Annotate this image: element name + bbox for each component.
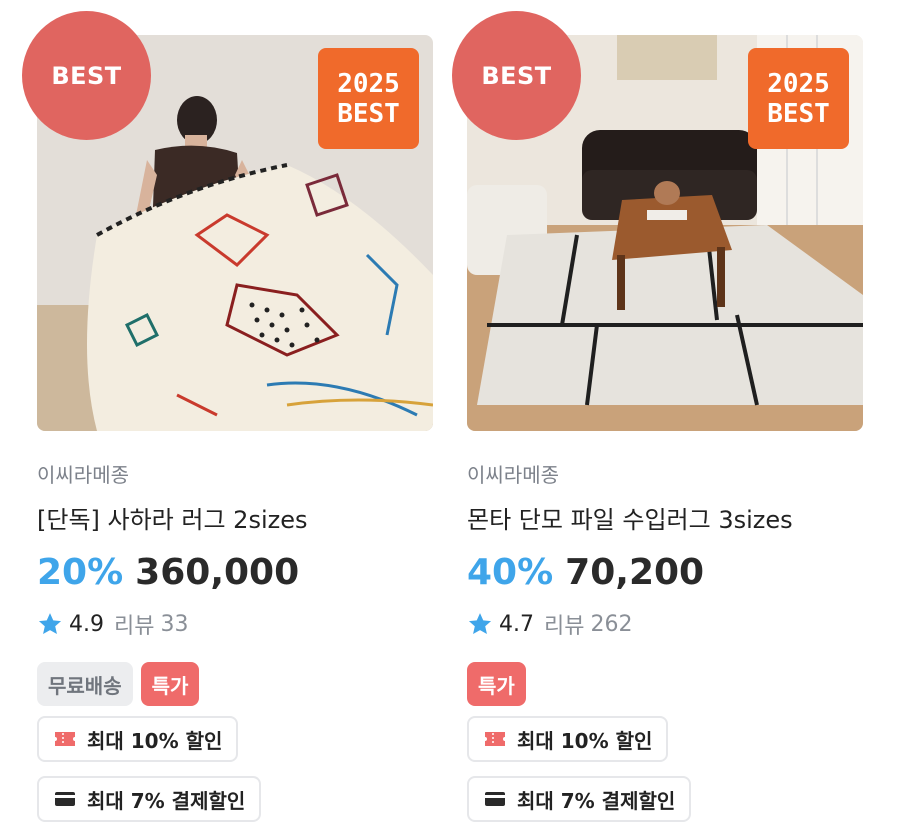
discount-rate: 40% [467, 552, 554, 593]
coupon-discount-button[interactable]: 최대 10% 할인 [467, 716, 669, 762]
year-badge-label: BEST [337, 98, 400, 129]
product-title[interactable]: 몬타 단모 파일 수입러그 3sizes [467, 500, 793, 535]
review-label: 리뷰 [114, 614, 155, 639]
rating-score: 4.9 [69, 611, 104, 637]
coupon-discount-button[interactable]: 최대 10% 할인 [37, 716, 239, 762]
price-row: 40% 70,200 [467, 552, 704, 593]
best-badge: BEST [452, 11, 581, 140]
free-shipping-tag: 무료배송 [37, 662, 133, 706]
discount-rate: 20% [37, 552, 124, 593]
special-price-tag: 특가 [467, 662, 526, 706]
card-discount-button[interactable]: 최대 7% 결제할인 [467, 776, 692, 822]
brand-name[interactable]: 이씨라메종 [467, 459, 559, 488]
coupon-discount-label: 최대 10% 할인 [87, 728, 223, 753]
product-title[interactable]: [단독] 사하라 러그 2sizes [37, 500, 307, 535]
card-discount-label: 최대 7% 결제할인 [517, 788, 676, 813]
rating-score: 4.7 [499, 611, 534, 637]
year-best-badge: 2025 BEST [318, 48, 419, 149]
best-badge: BEST [22, 11, 151, 140]
review-label: 리뷰 [544, 614, 585, 639]
sale-price: 70,200 [565, 552, 705, 593]
product-card[interactable]: BEST 2025 BEST [22, 0, 437, 830]
price-row: 20% 360,000 [37, 552, 299, 593]
credit-card-icon [55, 792, 75, 806]
brand-name[interactable]: 이씨라메종 [37, 459, 129, 488]
sale-price: 360,000 [135, 552, 300, 593]
year-badge-year: 2025 [767, 68, 830, 99]
product-card[interactable]: BEST 2025 BEST [452, 0, 867, 830]
review-count: 262 [590, 611, 633, 637]
coupon-discount-label: 최대 10% 할인 [517, 728, 653, 753]
star-icon [468, 613, 492, 634]
coupon-icon [485, 732, 505, 746]
star-icon [38, 613, 62, 634]
special-price-tag: 특가 [140, 662, 200, 706]
card-discount-label: 최대 7% 결제할인 [87, 788, 246, 813]
coupon-icon [55, 732, 75, 746]
tag-list: 무료배송 특가 [37, 662, 200, 706]
year-best-badge: 2025 BEST [748, 48, 849, 149]
rating-row: 4.7 리뷰 262 [467, 608, 632, 640]
card-discount-button[interactable]: 최대 7% 결제할인 [37, 776, 262, 822]
rating-row: 4.9 리뷰 33 [37, 608, 188, 640]
year-badge-label: BEST [767, 98, 830, 129]
review-count: 33 [160, 611, 189, 637]
tag-list: 특가 [467, 662, 526, 706]
year-badge-year: 2025 [337, 68, 400, 99]
credit-card-icon [485, 792, 505, 806]
